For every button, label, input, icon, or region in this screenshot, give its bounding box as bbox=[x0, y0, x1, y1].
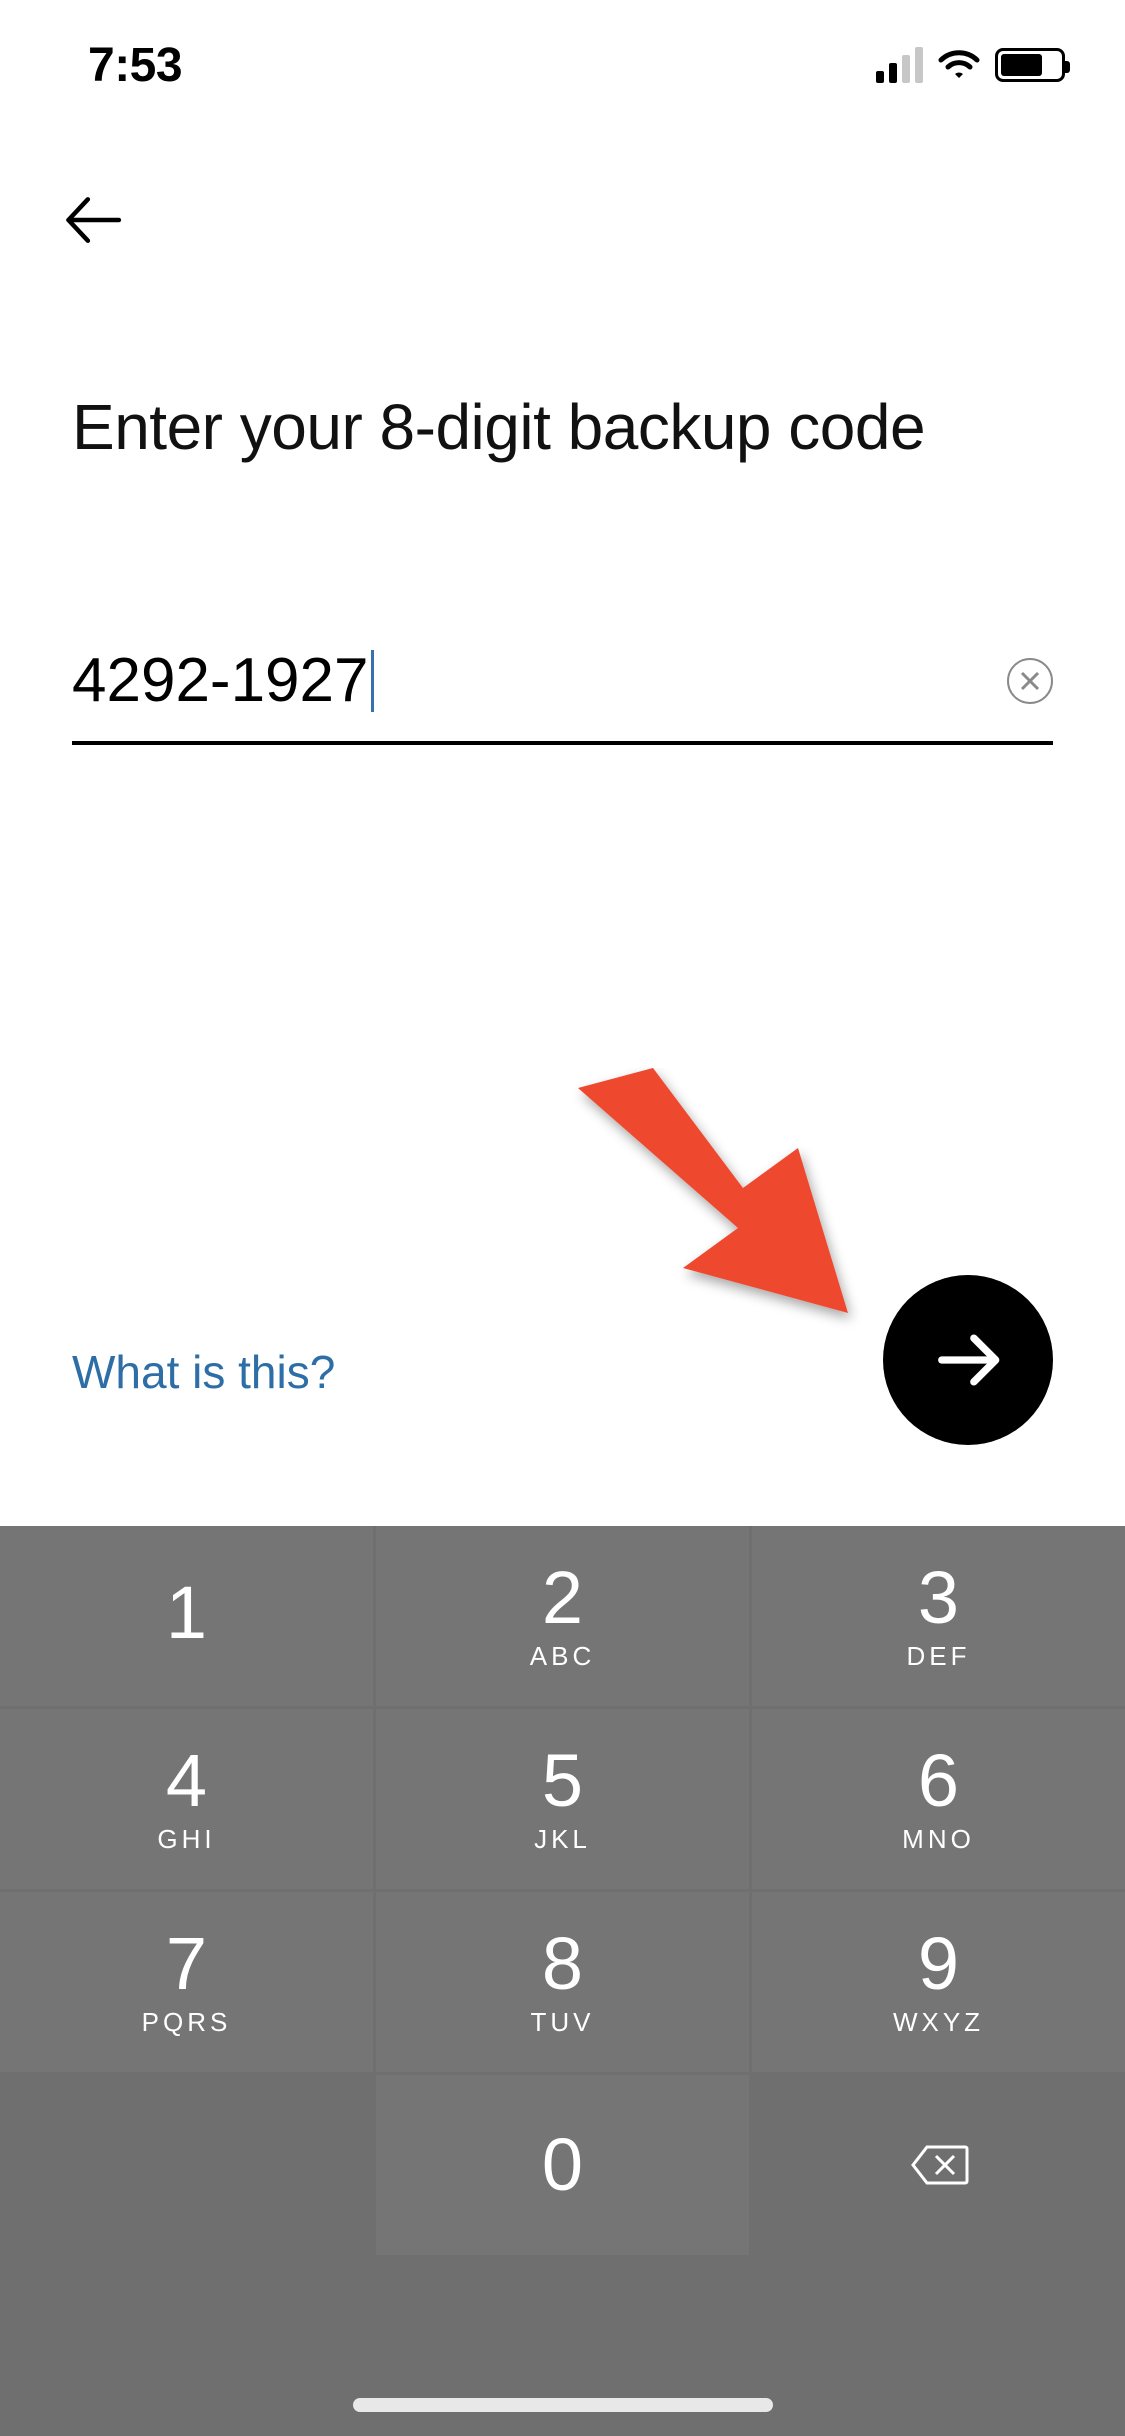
key-letters: DEF bbox=[907, 1641, 971, 1672]
cellular-icon bbox=[876, 47, 923, 83]
text-caret bbox=[371, 650, 374, 712]
status-icons bbox=[876, 47, 1065, 83]
key-6[interactable]: 6 MNO bbox=[752, 1709, 1125, 1889]
clear-input-button[interactable] bbox=[1007, 658, 1053, 704]
key-number: 2 bbox=[542, 1561, 583, 1635]
key-letters: JKL bbox=[534, 1824, 591, 1855]
backspace-icon bbox=[909, 2141, 969, 2189]
battery-icon bbox=[995, 48, 1065, 82]
key-number: 5 bbox=[542, 1744, 583, 1818]
key-backspace[interactable] bbox=[752, 2075, 1125, 2255]
key-letters: ABC bbox=[530, 1641, 595, 1672]
numeric-keypad: 1 2 ABC 3 DEF 4 GHI 5 JKL 6 MNO bbox=[0, 1526, 1125, 2436]
key-number: 1 bbox=[166, 1576, 207, 1650]
key-9[interactable]: 9 WXYZ bbox=[752, 1892, 1125, 2072]
backup-code-input[interactable]: 4292-1927 bbox=[72, 645, 1007, 716]
backup-code-value: 4292-1927 bbox=[72, 645, 369, 716]
key-letters: WXYZ bbox=[893, 2007, 984, 2038]
key-7[interactable]: 7 PQRS bbox=[0, 1892, 373, 2072]
key-number: 6 bbox=[918, 1744, 959, 1818]
backup-code-input-row: 4292-1927 bbox=[72, 645, 1053, 745]
page-title: Enter your 8-digit backup code bbox=[72, 390, 1053, 464]
key-8[interactable]: 8 TUV bbox=[376, 1892, 749, 2072]
arrow-left-icon bbox=[62, 189, 124, 251]
key-letters: GHI bbox=[157, 1824, 215, 1855]
key-number: 7 bbox=[166, 1927, 207, 2001]
key-number: 3 bbox=[918, 1561, 959, 1635]
key-3[interactable]: 3 DEF bbox=[752, 1526, 1125, 1706]
what-is-this-link[interactable]: What is this? bbox=[72, 1345, 335, 1399]
key-empty bbox=[0, 2075, 373, 2255]
annotation-arrow-icon bbox=[548, 1068, 888, 1348]
key-1[interactable]: 1 bbox=[0, 1526, 373, 1706]
key-number: 8 bbox=[542, 1927, 583, 2001]
key-letters: TUV bbox=[531, 2007, 595, 2038]
x-icon bbox=[1019, 670, 1041, 692]
home-indicator[interactable] bbox=[353, 2398, 773, 2412]
status-time: 7:53 bbox=[88, 38, 182, 93]
back-button[interactable] bbox=[62, 180, 142, 260]
wifi-icon bbox=[937, 48, 981, 82]
status-bar: 7:53 bbox=[0, 0, 1125, 130]
key-5[interactable]: 5 JKL bbox=[376, 1709, 749, 1889]
key-letters: PQRS bbox=[142, 2007, 232, 2038]
key-number: 4 bbox=[166, 1744, 207, 1818]
key-number: 0 bbox=[542, 2128, 583, 2202]
key-number: 9 bbox=[918, 1927, 959, 2001]
key-letters: MNO bbox=[902, 1824, 975, 1855]
key-2[interactable]: 2 ABC bbox=[376, 1526, 749, 1706]
key-0[interactable]: 0 bbox=[376, 2075, 749, 2255]
arrow-right-icon bbox=[933, 1325, 1003, 1395]
next-button[interactable] bbox=[883, 1275, 1053, 1445]
key-4[interactable]: 4 GHI bbox=[0, 1709, 373, 1889]
